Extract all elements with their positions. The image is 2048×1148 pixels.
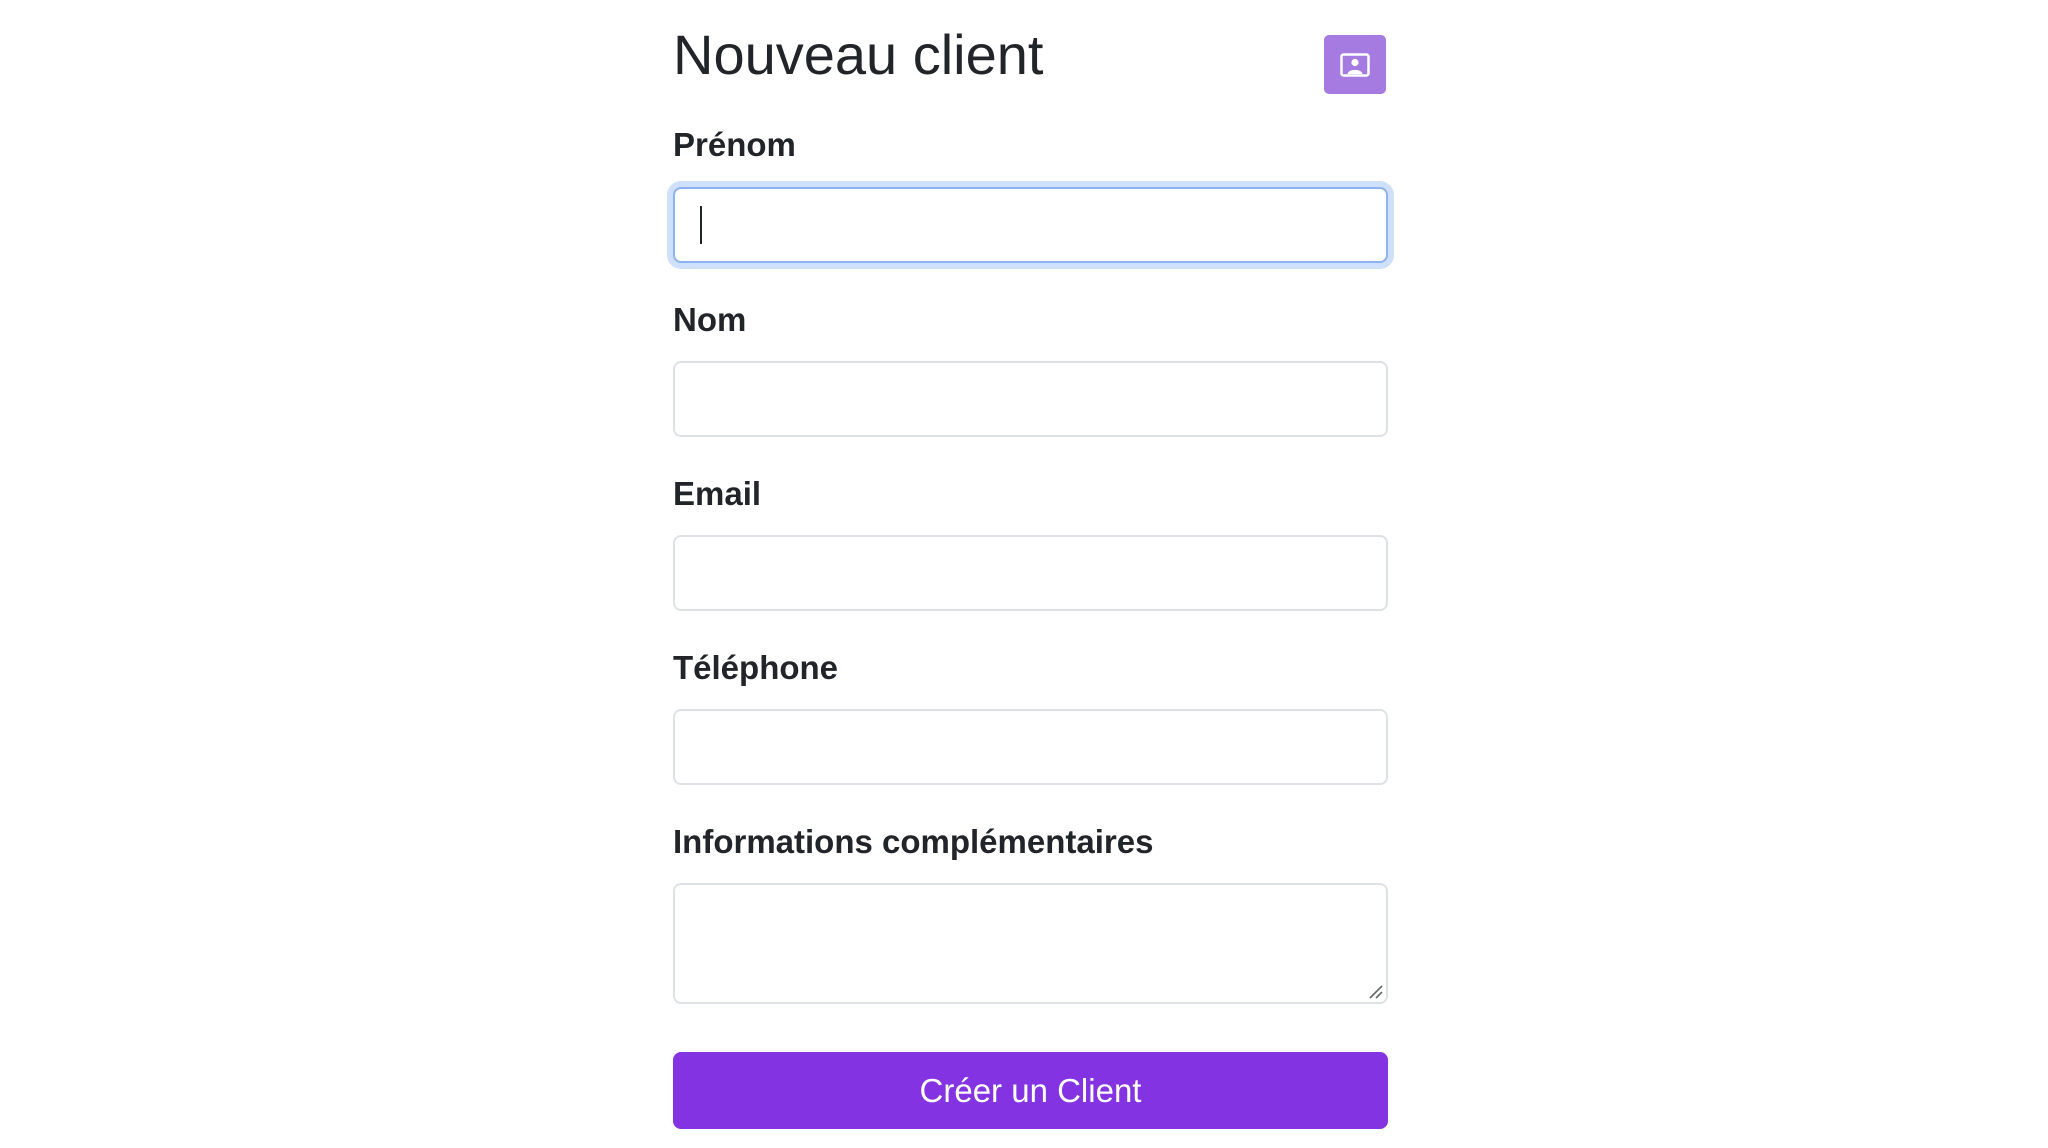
resize-handle-icon[interactable]: [1366, 982, 1384, 1000]
email-input[interactable]: [673, 535, 1388, 611]
additional-info-label: Informations complémentaires: [673, 823, 1154, 860]
text-cursor: [700, 206, 702, 244]
page-header: Nouveau client: [673, 0, 1388, 110]
first-name-input[interactable]: [673, 187, 1388, 263]
contact-card-button[interactable]: [1324, 35, 1386, 94]
contact-card-icon: [1340, 52, 1370, 77]
create-client-button[interactable]: Créer un Client: [673, 1052, 1388, 1129]
additional-info-textarea[interactable]: [673, 883, 1388, 1004]
email-label: Email: [673, 475, 762, 512]
last-name-label: Nom: [673, 301, 747, 338]
phone-input[interactable]: [673, 709, 1388, 785]
first-name-field-wrap: [673, 187, 1388, 263]
last-name-input[interactable]: [673, 361, 1388, 437]
phone-label: Téléphone: [673, 649, 839, 686]
first-name-label: Prénom: [673, 126, 796, 163]
page-title: Nouveau client: [673, 23, 1044, 86]
new-client-form: Nouveau client Prénom Nom Email Téléphon…: [673, 0, 1388, 1129]
